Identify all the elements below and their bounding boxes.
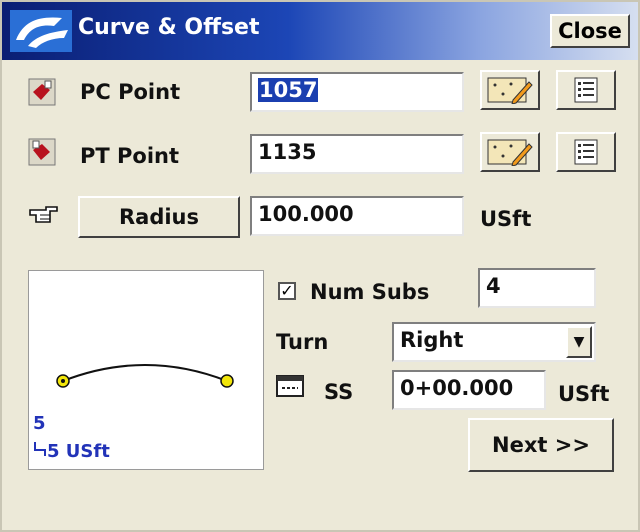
num-subs-checkbox[interactable]: ✓ bbox=[278, 282, 296, 300]
radius-unit: USft bbox=[480, 207, 532, 231]
window-title: Curve & Offset bbox=[78, 15, 260, 40]
num-subs-label: Num Subs bbox=[310, 280, 430, 304]
scale-bar-icon bbox=[34, 442, 46, 456]
radius-input[interactable]: 100.000 bbox=[250, 196, 464, 236]
radius-button[interactable]: Radius bbox=[78, 196, 240, 238]
scale-value: 5 bbox=[33, 413, 46, 434]
ss-input[interactable]: 0+00.000 bbox=[392, 370, 546, 410]
curve-preview-graphic bbox=[56, 364, 234, 388]
turn-label: Turn bbox=[276, 330, 329, 354]
pc-point-input[interactable]: 1057 bbox=[250, 72, 464, 112]
pt-point-map-pick-button[interactable] bbox=[480, 132, 540, 172]
map-pick-icon bbox=[487, 139, 533, 166]
next-button[interactable]: Next >> bbox=[468, 418, 614, 472]
pc-point-icon bbox=[28, 78, 56, 106]
pt-point-input[interactable]: 1135 bbox=[250, 134, 464, 174]
pt-point-marker bbox=[220, 374, 234, 388]
ss-label: SS bbox=[324, 380, 354, 404]
title-bar: Curve & Offset Close bbox=[2, 2, 638, 60]
chevron-down-icon[interactable]: ▼ bbox=[566, 326, 592, 358]
pc-point-label: PC Point bbox=[80, 80, 181, 104]
num-subs-input[interactable]: 4 bbox=[478, 268, 596, 308]
pt-point-icon bbox=[28, 138, 56, 166]
turn-select[interactable]: Right ▼ bbox=[392, 322, 596, 362]
ss-unit: USft bbox=[558, 382, 610, 406]
app-logo-icon bbox=[10, 10, 72, 52]
list-icon bbox=[574, 77, 598, 103]
pt-point-label: PT Point bbox=[80, 144, 180, 168]
map-pick-icon bbox=[487, 77, 533, 104]
station-icon[interactable] bbox=[276, 374, 304, 398]
pc-point-map-pick-button[interactable] bbox=[480, 70, 540, 110]
pointing-hand-icon[interactable] bbox=[28, 202, 60, 226]
scale-bar: 5 USft bbox=[33, 441, 110, 462]
list-icon bbox=[574, 139, 598, 165]
pc-point-list-button[interactable] bbox=[556, 70, 616, 110]
close-button[interactable]: Close bbox=[550, 14, 630, 48]
curve-preview-panel: 5 5 USft bbox=[28, 270, 264, 470]
pt-point-list-button[interactable] bbox=[556, 132, 616, 172]
curve-offset-window: Curve & Offset Close PC Point 1057 PT Po… bbox=[0, 0, 640, 532]
